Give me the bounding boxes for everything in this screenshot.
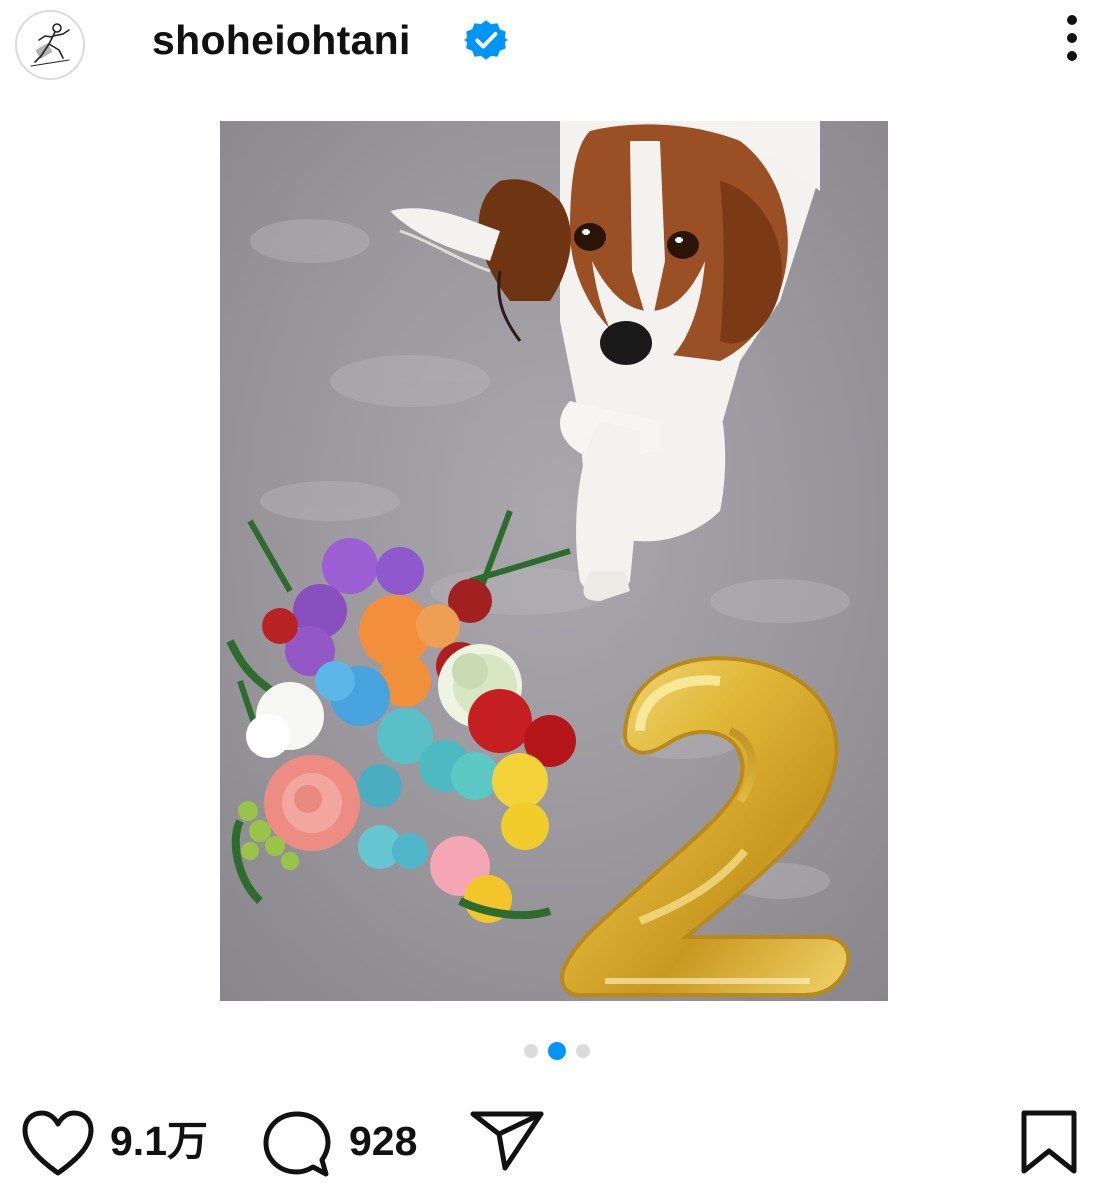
carousel-indicator [0, 1041, 1114, 1061]
carousel-dot-active[interactable] [548, 1042, 566, 1060]
carousel-dot[interactable] [524, 1044, 538, 1058]
post-photo-illustration [220, 121, 888, 1001]
heart-icon[interactable] [21, 1110, 95, 1176]
post-username[interactable]: shoheiohtani [152, 14, 411, 66]
send-icon[interactable] [469, 1108, 545, 1172]
carousel-dot[interactable] [576, 1044, 590, 1058]
profile-avatar-illustration [30, 23, 70, 67]
bookmark-icon[interactable] [1018, 1109, 1080, 1175]
like-count: 9.1万 [110, 1118, 208, 1164]
post-photo[interactable] [220, 121, 888, 1001]
comment-count: 928 [349, 1118, 418, 1164]
more-vertical-icon[interactable] [1052, 10, 1092, 66]
post-header: shoheiohtani [0, 0, 1114, 90]
profile-avatar[interactable] [15, 10, 85, 80]
verified-badge-icon [464, 20, 508, 60]
comment-icon[interactable] [260, 1108, 334, 1182]
